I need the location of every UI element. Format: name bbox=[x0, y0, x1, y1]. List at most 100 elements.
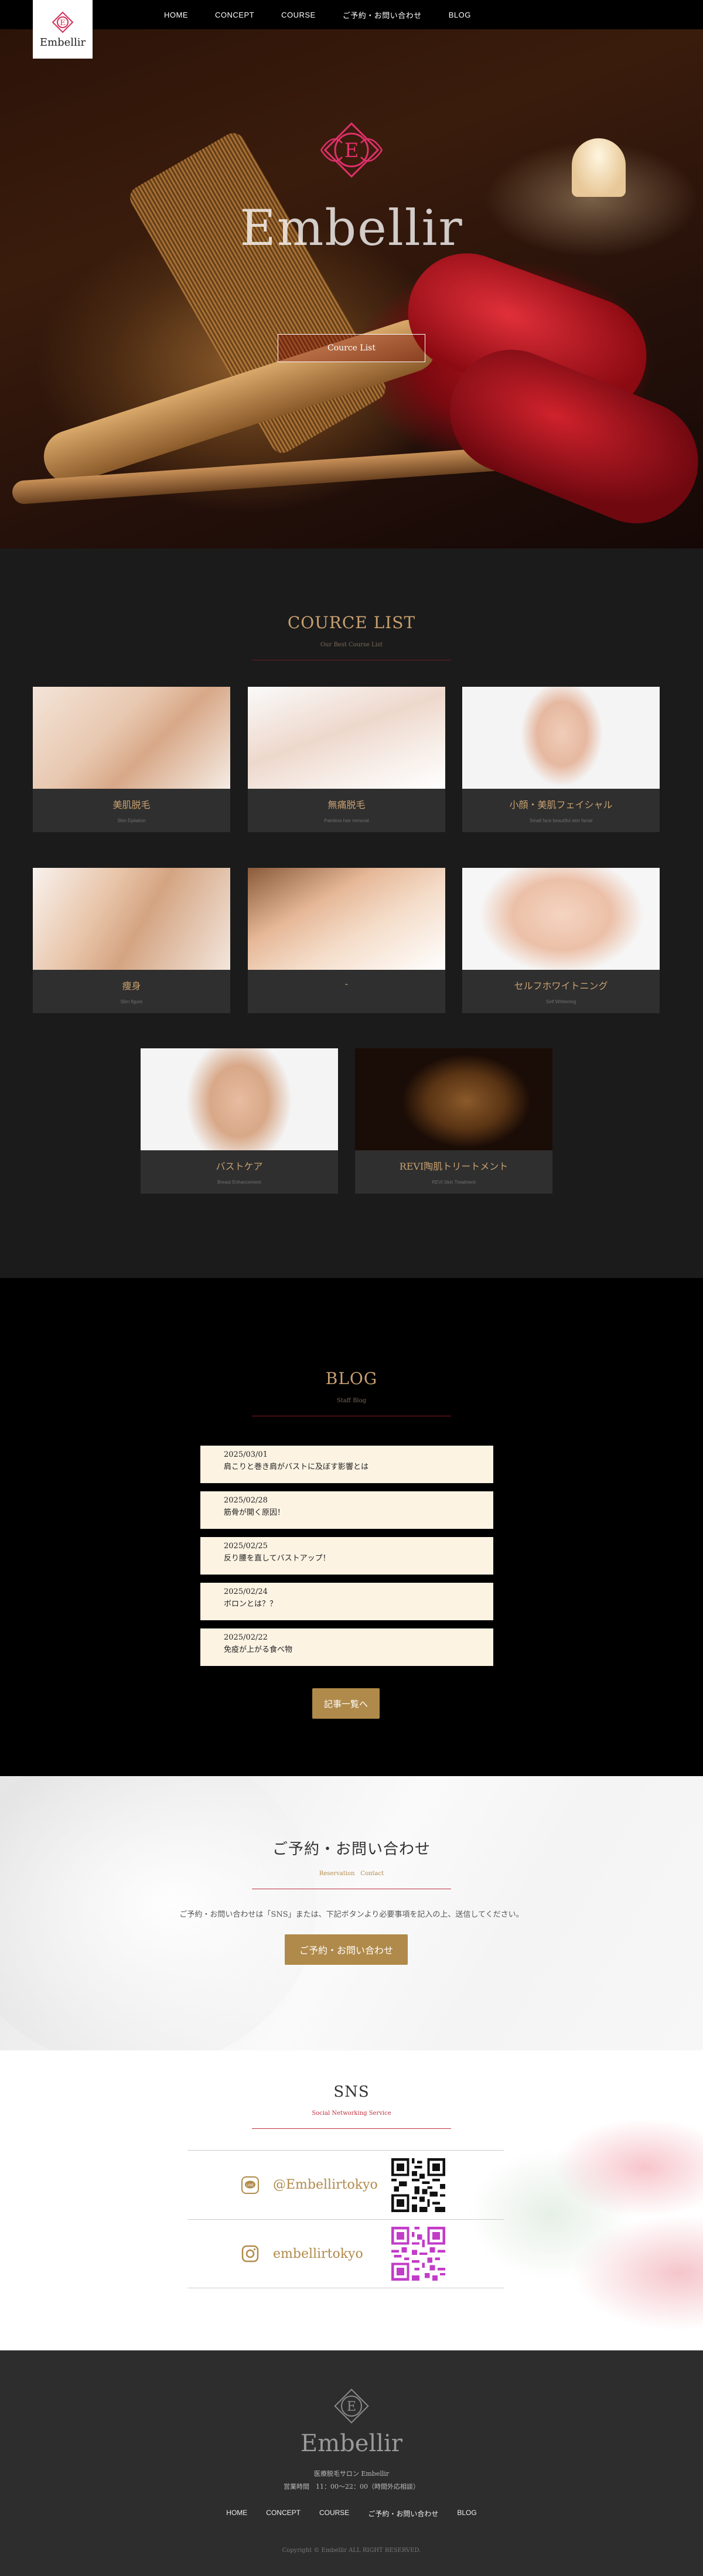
hero-title: Embellir bbox=[240, 199, 463, 257]
post-date: 2025/02/25 bbox=[224, 1542, 268, 1551]
course-image bbox=[462, 868, 660, 970]
footer-hours: 営業時間 11：00〜22：00（時間外応相談） bbox=[284, 2483, 419, 2490]
post-title: ボロンとは？？ bbox=[224, 1600, 278, 1609]
site-logo[interactable]: E Embellir bbox=[33, 0, 93, 59]
course-card[interactable]: 美肌脱毛 Skin Epilation bbox=[33, 687, 230, 832]
blog-section: BLOG Staff Blog 2025/03/01 肩こりと巻き肩がバストに及… bbox=[0, 1278, 703, 1776]
post-date: 2025/02/22 bbox=[224, 1633, 268, 1642]
footer-info: 医療脱毛サロン Embellir 営業時間 11：00〜22：00（時間外応相談… bbox=[0, 2468, 703, 2493]
footer-nav: HOME CONCEPT COURSE ご予約・お問い合わせ BLOG bbox=[0, 2509, 703, 2519]
logo-text: Embellir bbox=[39, 36, 86, 49]
blog-archive-button[interactable]: 記事一覧へ bbox=[312, 1688, 380, 1719]
hero-section: E Embellir Cource List bbox=[0, 0, 703, 548]
svg-text:E: E bbox=[347, 2400, 356, 2414]
hero-emblem-icon: E bbox=[320, 122, 383, 178]
nav-home[interactable]: HOME bbox=[164, 11, 188, 19]
course-name: バストケア bbox=[216, 1161, 263, 1172]
course-name: 美肌脱毛 bbox=[112, 799, 151, 810]
course-list-button[interactable]: Cource List bbox=[278, 334, 425, 362]
section-title: COURCE LIST bbox=[287, 613, 416, 632]
nav-reservation[interactable]: ご予約・お問い合わせ bbox=[343, 9, 422, 21]
course-card[interactable]: 痩身 Slim figure bbox=[33, 868, 230, 1013]
svg-text:E: E bbox=[60, 19, 66, 28]
blog-post[interactable]: 2025/02/25 反り腰を直してバストアップ！ bbox=[200, 1537, 493, 1575]
hero-candle bbox=[572, 138, 626, 197]
course-list-section: COURCE LIST Our Best Course List 美肌脱毛 Sk… bbox=[0, 548, 703, 1278]
blog-heading: BLOG Staff Blog bbox=[0, 1369, 703, 1416]
course-name: 小顔・美肌フェイシャル bbox=[509, 799, 613, 810]
contact-heading: ご予約・お問い合わせ Reservation Contact bbox=[0, 1837, 703, 1889]
logo-emblem-icon: E bbox=[52, 11, 74, 33]
post-title: 肩こりと巻き肩がバストに及ぼす影響とは bbox=[224, 1463, 369, 1471]
section-title: ご予約・お問い合わせ bbox=[272, 1841, 431, 1858]
instagram-qr-code bbox=[391, 2227, 445, 2281]
course-image bbox=[141, 1048, 338, 1150]
course-card[interactable]: セルフホワイトニング Self Whitening bbox=[462, 868, 660, 1013]
blog-post[interactable]: 2025/02/28 筋骨が開く原因！ bbox=[200, 1491, 493, 1529]
course-name-en: Painless hair removal bbox=[324, 818, 369, 823]
footer-nav-reservation[interactable]: ご予約・お問い合わせ bbox=[368, 2509, 438, 2519]
course-name: REVI陶肌トリートメント bbox=[399, 1161, 509, 1172]
course-image bbox=[355, 1048, 552, 1150]
line-handle[interactable]: @Embellirtokyo bbox=[273, 2178, 378, 2192]
footer-nav-course[interactable]: COURSE bbox=[319, 2509, 349, 2519]
course-name: 無痛脱毛 bbox=[327, 799, 366, 810]
contact-section: ご予約・お問い合わせ Reservation Contact ご予約・お問い合わ… bbox=[0, 1776, 703, 2050]
svg-text:LINE: LINE bbox=[246, 2184, 254, 2187]
course-name-en: Slim figure bbox=[120, 999, 143, 1004]
line-icon[interactable]: LINE bbox=[241, 2176, 259, 2194]
section-subtitle: Social Networking Service bbox=[312, 2110, 391, 2117]
top-nav-bar: HOME CONCEPT COURSE ご予約・お問い合わせ BLOG bbox=[0, 0, 703, 29]
nav-course[interactable]: COURSE bbox=[281, 11, 316, 19]
footer-nav-concept[interactable]: CONCEPT bbox=[266, 2509, 301, 2519]
course-name-en: Small face beautiful skin facial bbox=[529, 818, 593, 823]
section-title: SNS bbox=[333, 2083, 370, 2101]
course-name-en: Self Whitening bbox=[545, 999, 576, 1004]
course-card[interactable]: バストケア Breast Enhancement bbox=[141, 1048, 338, 1194]
post-title: 反り腰を直してバストアップ！ bbox=[224, 1554, 330, 1563]
footer-title: Embellir bbox=[301, 2430, 402, 2457]
course-image bbox=[248, 687, 445, 789]
course-card[interactable]: 無痛脱毛 Painless hair removal bbox=[248, 687, 445, 832]
blog-post[interactable]: 2025/02/24 ボロンとは？？ bbox=[200, 1583, 493, 1620]
course-image bbox=[33, 868, 230, 970]
course-image bbox=[33, 687, 230, 789]
blog-post[interactable]: 2025/02/22 免疫が上がる食べ物 bbox=[200, 1628, 493, 1666]
footer-salon-name: 医療脱毛サロン Embellir bbox=[313, 2470, 390, 2478]
section-title: BLOG bbox=[325, 1369, 378, 1388]
post-title: 筋骨が開く原因！ bbox=[224, 1508, 285, 1517]
blog-post-list: 2025/03/01 肩こりと巻き肩がバストに及ぼす影響とは 2025/02/2… bbox=[200, 1446, 493, 1674]
course-card[interactable]: - bbox=[248, 868, 445, 1013]
footer-emblem-icon: E bbox=[334, 2388, 369, 2424]
copyright: Copyright © Embellir ALL RIGHT RESERVED. bbox=[282, 2547, 421, 2554]
contact-description: ご予約・お問い合わせは「SNS」または、下記ボタンより必要事項を記入の上、送信し… bbox=[179, 1910, 524, 1919]
nav-blog[interactable]: BLOG bbox=[449, 11, 471, 19]
course-name-en: REVI Skin Treatment bbox=[432, 1180, 476, 1185]
site-footer: E Embellir 医療脱毛サロン Embellir 営業時間 11：00〜2… bbox=[0, 2350, 703, 2576]
footer-nav-blog[interactable]: BLOG bbox=[457, 2509, 476, 2519]
svg-text:E: E bbox=[344, 139, 359, 162]
line-qr-code bbox=[391, 2158, 445, 2212]
footer-nav-home[interactable]: HOME bbox=[226, 2509, 247, 2519]
course-name: - bbox=[344, 978, 349, 989]
nav-concept[interactable]: CONCEPT bbox=[215, 11, 254, 19]
sns-section: SNS Social Networking Service LINE @Embe… bbox=[0, 2050, 703, 2350]
course-card[interactable]: 小顔・美肌フェイシャル Small face beautiful skin fa… bbox=[462, 687, 660, 832]
main-nav: HOME CONCEPT COURSE ご予約・お問い合わせ BLOG bbox=[164, 0, 498, 29]
instagram-handle[interactable]: embellirtokyo bbox=[273, 2247, 363, 2261]
blog-post[interactable]: 2025/03/01 肩こりと巻き肩がバストに及ぼす影響とは bbox=[200, 1446, 493, 1483]
course-name-en: Breast Enhancement bbox=[217, 1180, 261, 1185]
post-title: 免疫が上がる食べ物 bbox=[224, 1645, 293, 1654]
course-image bbox=[248, 868, 445, 970]
post-date: 2025/02/28 bbox=[224, 1496, 268, 1505]
section-subtitle: Staff Blog bbox=[336, 1398, 367, 1404]
instagram-icon[interactable] bbox=[241, 2245, 259, 2262]
section-subtitle: Reservation Contact bbox=[319, 1870, 384, 1877]
section-subtitle: Our Best Course List bbox=[320, 642, 383, 648]
course-list-heading: COURCE LIST Our Best Course List bbox=[0, 613, 703, 660]
course-card[interactable]: REVI陶肌トリートメント REVI Skin Treatment bbox=[355, 1048, 552, 1194]
post-date: 2025/03/01 bbox=[224, 1450, 268, 1459]
contact-button[interactable]: ご予約・お問い合わせ bbox=[285, 1934, 408, 1965]
course-name-en: Skin Epilation bbox=[117, 818, 146, 823]
sns-row-line: LINE @Embellirtokyo bbox=[187, 2150, 504, 2219]
